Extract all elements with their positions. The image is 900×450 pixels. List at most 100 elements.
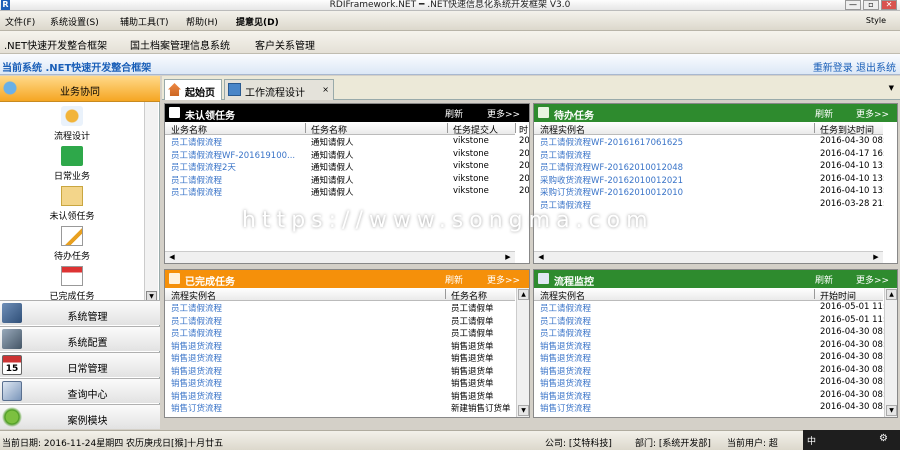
more-button[interactable]: 更多>>	[487, 273, 520, 286]
menu-feedback[interactable]: 提意见(D)	[236, 15, 279, 28]
table-row[interactable]: 销售退货流程 销售退货单	[165, 390, 515, 402]
refresh-button[interactable]: 刷新	[445, 107, 463, 120]
relogin-link[interactable]: 重新登录	[813, 63, 853, 74]
nav-daily-management[interactable]: 15 日常管理	[0, 352, 160, 377]
table-row[interactable]: 员工请假流程WF-20161617061625 2016-04-30 08:3	[534, 136, 884, 148]
menu-settings[interactable]: 系统设置(S)	[50, 15, 99, 28]
more-button[interactable]: 更多>>	[487, 107, 520, 120]
table-row[interactable]: 销售退货流程 2016-04-30 08:	[534, 340, 884, 352]
sidebar-item-todo[interactable]: 待办任务	[0, 226, 144, 262]
sidebar-item-unclaimed[interactable]: 未认领任务	[0, 186, 144, 222]
column-business[interactable]: 业务名称	[171, 123, 207, 136]
scroll-down-icon[interactable]: ▼	[886, 405, 897, 416]
menu-tools[interactable]: 辅助工具(T)	[120, 15, 169, 28]
table-row[interactable]: 员工请假流程 员工请假单	[165, 302, 515, 314]
more-button[interactable]: 更多>>	[856, 107, 889, 120]
nav-system-config[interactable]: 系统配置	[0, 326, 160, 351]
sidebar-item-process-design[interactable]: 流程设计	[0, 106, 144, 142]
column-time[interactable]: 时	[519, 123, 528, 136]
table-row[interactable]: 采购收货流程WF-20162010012021 2016-04-10 13:2	[534, 174, 884, 186]
scroll-right-icon[interactable]: ▶	[871, 253, 881, 263]
column-instance[interactable]: 流程实例名	[171, 289, 216, 302]
vertical-scrollbar[interactable]: ▲ ▼	[884, 288, 897, 417]
nav-case-module[interactable]: 案例模块	[0, 404, 160, 429]
column-submitter[interactable]: 任务提交人	[453, 123, 498, 136]
table-cell: 销售订货流程	[540, 404, 592, 414]
menu-file[interactable]: 文件(F)	[5, 15, 35, 28]
table-row[interactable]: 员工请假流程 通知请假人 vikstone 20	[165, 136, 529, 148]
scroll-up-icon[interactable]: ▲	[518, 289, 529, 300]
refresh-button[interactable]: 刷新	[445, 273, 463, 286]
sidebar-item-completed[interactable]: 已完成任务	[0, 266, 144, 302]
scroll-left-icon[interactable]: ◀	[536, 253, 546, 263]
system-item-archive[interactable]: 国土档案管理信息系统	[130, 37, 230, 52]
refresh-button[interactable]: 刷新	[815, 107, 833, 120]
sidebar-item-daily[interactable]: 日常业务	[0, 146, 144, 182]
system-item-dotnet[interactable]: .NET快速开发整合框架	[4, 37, 107, 52]
nav-system-management[interactable]: 系统管理	[0, 300, 160, 325]
column-start-time[interactable]: 开始时间	[820, 289, 856, 302]
ime-indicator[interactable]: 中	[807, 434, 816, 447]
table-row[interactable]: 员工请假流程 2016-05-01 11:	[534, 315, 884, 327]
column-arrive-time[interactable]: 任务到达时间	[820, 123, 874, 136]
table-row[interactable]: 员工请假流程WF-20162010012048 2016-04-10 13:2	[534, 161, 884, 173]
vertical-scrollbar[interactable]: ▲ ▼	[516, 288, 529, 417]
table-row[interactable]: 采购订货流程WF-20162010012010 2016-04-10 13:2	[534, 186, 884, 198]
scroll-left-icon[interactable]: ◀	[167, 253, 177, 263]
menu-help[interactable]: 帮助(H)	[186, 15, 218, 28]
nav-query-center[interactable]: 查询中心	[0, 378, 160, 403]
maximize-icon[interactable]: ▫	[863, 0, 879, 10]
table-row[interactable]: 销售订货流程 2016-04-30 08:	[534, 402, 884, 414]
tab-workflow-design[interactable]: 工作流程设计 ×	[224, 79, 334, 100]
close-icon[interactable]: ✕	[881, 0, 897, 10]
table-cell: 员工请假流程WF-201619100...	[171, 150, 296, 161]
table-row[interactable]: 销售退货流程 2016-04-30 08:	[534, 377, 884, 389]
scroll-down-icon[interactable]: ▼	[518, 405, 529, 416]
table-row[interactable]: 销售退货流程 销售退货单	[165, 365, 515, 377]
horizontal-scrollbar[interactable]: ◀ ▶	[534, 251, 883, 263]
table-cell: 员工请假流程	[540, 329, 592, 339]
table-cell: 销售退货单	[451, 366, 494, 377]
table-row[interactable]: 员工请假流程 2016-04-17 16:5	[534, 149, 884, 161]
tab-home[interactable]: 起始页	[164, 79, 222, 100]
gear-icon[interactable]: ⚙	[879, 433, 888, 444]
more-button[interactable]: 更多>>	[856, 273, 889, 286]
tab-dropdown-icon[interactable]: ▼	[889, 84, 894, 92]
table-cell: 销售退货流程	[540, 379, 592, 389]
sidebar-header[interactable]: 业务协同	[0, 76, 160, 102]
table-row[interactable]: 销售退货流程 2016-04-30 08:	[534, 365, 884, 377]
table-row[interactable]: 员工请假流程 通知请假人 vikstone 20	[165, 186, 529, 198]
table-cell: 销售退货流程	[171, 391, 223, 402]
table-row[interactable]: 员工请假流程 员工请假单	[165, 327, 515, 339]
column-task[interactable]: 任务名称	[311, 123, 347, 136]
table-cell: 通知请假人	[311, 138, 354, 148]
table-row[interactable]: 销售退货流程 2016-04-30 08:	[534, 352, 884, 364]
table-row[interactable]: 员工请假流程 通知请假人 vikstone 20	[165, 174, 529, 186]
table-row[interactable]: 销售退货流程 2016-04-30 08:	[534, 390, 884, 402]
column-instance[interactable]: 流程实例名	[540, 289, 585, 302]
horizontal-scrollbar[interactable]: ◀ ▶	[165, 251, 515, 263]
table-row[interactable]: 销售退货流程 销售退货单	[165, 352, 515, 364]
close-tab-icon[interactable]: ×	[322, 85, 329, 94]
table-row[interactable]: 销售退货流程 销售退货单	[165, 340, 515, 352]
table-row[interactable]: 员工请假流程WF-201619100... 通知请假人 vikstone 20	[165, 149, 529, 161]
minimize-icon[interactable]: —	[845, 0, 861, 10]
column-instance[interactable]: 流程实例名	[540, 123, 585, 136]
table-cell: 2016-04-30 08:	[820, 377, 884, 387]
table-row[interactable]: 销售退货流程 销售退货单	[165, 377, 515, 389]
column-task[interactable]: 任务名称	[451, 289, 487, 302]
table-row[interactable]: 销售订货流程 新建销售订货单	[165, 402, 515, 414]
sidebar-scrollbar[interactable]: ▼	[144, 102, 158, 302]
table-row[interactable]: 员工请假流程 2016-05-01 11:	[534, 302, 884, 314]
scroll-right-icon[interactable]: ▶	[503, 253, 513, 263]
system-item-crm[interactable]: 客户关系管理	[255, 37, 315, 52]
refresh-button[interactable]: 刷新	[815, 273, 833, 286]
table-cell: 通知请假人	[311, 175, 354, 186]
scroll-up-icon[interactable]: ▲	[886, 289, 897, 300]
logout-link[interactable]: 退出系统	[856, 63, 896, 74]
table-row[interactable]: 员工请假流程2天 通知请假人 vikstone 20	[165, 161, 529, 173]
table-row[interactable]: 员工请假流程 2016-04-30 08:	[534, 327, 884, 339]
menu-bar: 文件(F) 系统设置(S) 辅助工具(T) 帮助(H) 提意见(D) Style	[0, 11, 900, 31]
style-menu[interactable]: Style	[866, 16, 886, 25]
table-row[interactable]: 员工请假流程 员工请假单	[165, 315, 515, 327]
